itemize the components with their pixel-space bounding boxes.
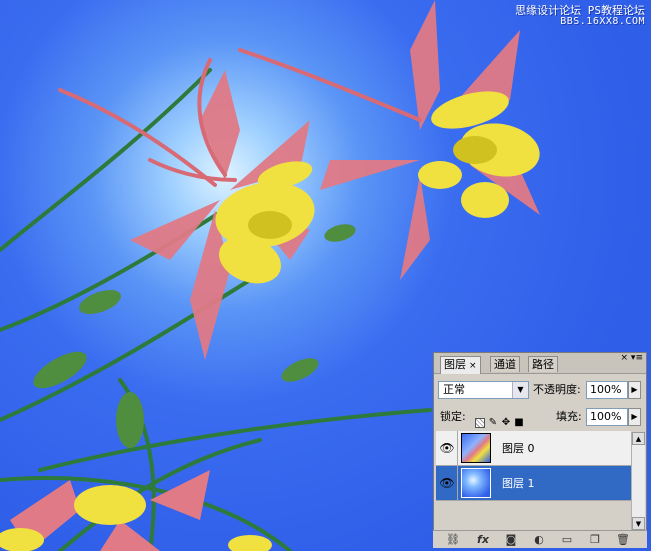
blend-mode-select[interactable]: 正常 ▼ [438, 381, 529, 399]
lock-all-icon[interactable]: ■ [514, 417, 524, 428]
chevron-down-icon: ▼ [512, 382, 528, 398]
eye-icon[interactable]: 👁 [438, 439, 456, 457]
layer-thumbnail [461, 468, 491, 498]
layers-scrollbar[interactable]: ▲ ▼ [631, 432, 645, 530]
layer-divider [457, 466, 458, 500]
fx-icon[interactable]: fx [475, 532, 491, 547]
lock-transparency-icon[interactable] [475, 417, 485, 428]
opacity-input[interactable]: 100% [586, 381, 628, 399]
fill-arrow-button[interactable]: ▶ [628, 408, 641, 426]
layer-divider [457, 431, 458, 465]
fill-label: 填充: [556, 410, 582, 423]
layer-row-1[interactable]: 👁 图层 1 [436, 466, 631, 501]
layer-thumbnail [461, 433, 491, 463]
opacity-arrow-button[interactable]: ▶ [628, 381, 641, 399]
trash-icon[interactable]: 🗑 [615, 532, 631, 547]
adjustment-icon[interactable]: ◐ [531, 532, 547, 547]
tab-layers-label: 图层 [444, 358, 466, 371]
new-layer-icon[interactable]: ❐ [587, 532, 603, 547]
tab-paths-label: 路径 [532, 358, 554, 371]
lock-brush-icon[interactable]: ✎ [488, 417, 498, 428]
opacity-label: 不透明度: [533, 383, 581, 396]
folder-icon[interactable]: ▭ [559, 532, 575, 547]
lock-label: 锁定: [440, 410, 466, 423]
link-icon[interactable]: ⛓ [445, 532, 461, 547]
lock-icons: ✎ ✥ ■ [475, 412, 527, 431]
layers-footer-toolbar: ⛓ fx ◙ ◐ ▭ ❐ 🗑 [433, 530, 647, 548]
blend-mode-value: 正常 [443, 383, 465, 396]
tab-channels-label: 通道 [494, 358, 516, 371]
watermark-line1: 思缘设计论坛 PS教程论坛 [515, 4, 645, 17]
tab-close-icon[interactable]: × [469, 361, 477, 371]
panel-tab-bar: 图层 × 通道 路径 × ▾≡ [434, 353, 646, 374]
tab-channels[interactable]: 通道 [490, 356, 520, 372]
layer-name: 图层 1 [502, 477, 535, 490]
layer-name: 图层 0 [502, 442, 535, 455]
mask-icon[interactable]: ◙ [503, 532, 519, 547]
tab-paths[interactable]: 路径 [528, 356, 558, 372]
scroll-up-icon[interactable]: ▲ [632, 432, 645, 445]
fill-input[interactable]: 100% [586, 408, 628, 426]
panel-menu-icon[interactable]: × ▾≡ [621, 354, 643, 363]
eye-icon[interactable]: 👁 [438, 474, 456, 492]
tab-layers[interactable]: 图层 × [440, 356, 481, 374]
scroll-down-icon[interactable]: ▼ [632, 517, 645, 530]
watermark: 思缘设计论坛 PS教程论坛 BBS.16XX8.COM [515, 5, 645, 27]
layer-row-0[interactable]: 👁 图层 0 [436, 431, 631, 466]
watermark-line2: BBS.16XX8.COM [560, 16, 645, 27]
lock-move-icon[interactable]: ✥ [501, 417, 511, 428]
